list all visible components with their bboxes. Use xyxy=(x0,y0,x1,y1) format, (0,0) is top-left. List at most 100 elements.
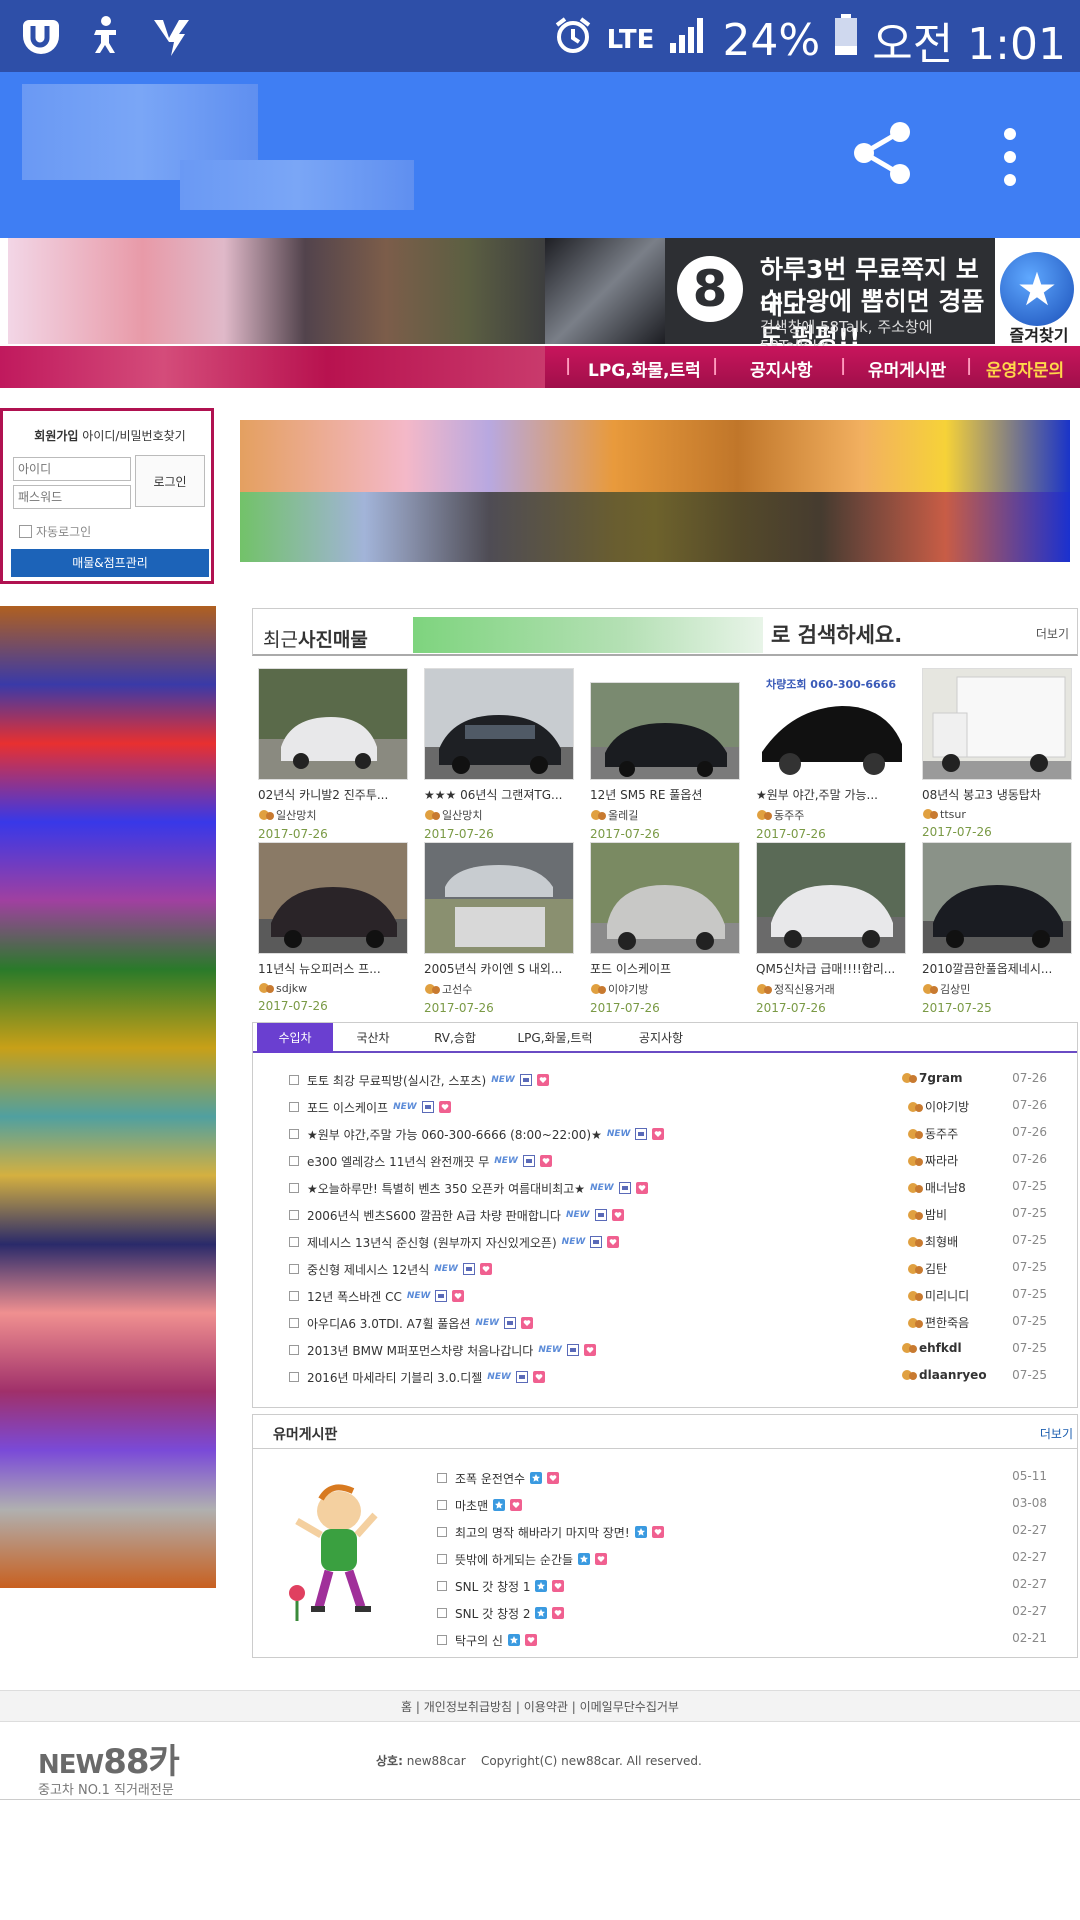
board-row[interactable]: ★오늘하루만! 특별히 벤츠 350 오픈카 여름대비최고★ NEW xyxy=(289,1179,648,1197)
humor-row-title[interactable]: SNL 갓 창정 1 xyxy=(455,1578,530,1595)
tab-rv[interactable]: RV,승합 xyxy=(413,1023,497,1053)
photo-item[interactable]: 2010깔끔한풀옵제네시... 김상민 2017-07-25 xyxy=(922,842,1072,1015)
menu-item-humor[interactable]: 유머게시판 xyxy=(868,356,946,381)
photo-item[interactable]: 12년 SM5 RE 풀옵션 올레길 2017-07-26 xyxy=(590,682,740,841)
board-row[interactable]: 2013년 BMW M퍼포먼스차량 처음나갑니다 NEW xyxy=(289,1341,596,1359)
humor-row[interactable]: 최고의 명작 해바라기 마지막 장면! xyxy=(437,1523,664,1541)
row-title[interactable]: e300 엘레강스 11년식 완전깨끗 무 xyxy=(307,1153,489,1170)
find-account-link[interactable]: 아이디/비밀번호찾기 xyxy=(82,429,185,443)
row-title[interactable]: 2016년 마세라티 기블리 3.0.디젤 xyxy=(307,1369,482,1386)
board-row[interactable]: 2016년 마세라티 기블리 3.0.디젤 NEW xyxy=(289,1368,545,1386)
row-title[interactable]: 2006년식 벤츠S600 깔끔한 A급 차량 판매합니다 xyxy=(307,1207,561,1224)
row-user[interactable]: 7gram xyxy=(901,1071,962,1085)
humor-row[interactable]: 마초맨 xyxy=(437,1496,523,1514)
row-user[interactable]: 최형배 xyxy=(907,1233,958,1250)
photo-item[interactable]: 02년식 카니발2 진주투... 일산망치 2017-07-26 xyxy=(258,668,408,841)
board-row[interactable]: 중신형 제네시스 12년식 NEW xyxy=(289,1260,492,1278)
row-user[interactable]: ehfkdl xyxy=(901,1341,962,1355)
login-button[interactable]: 로그인 xyxy=(135,455,205,507)
heart-icon xyxy=(536,1074,549,1086)
photo-user: 올레길 xyxy=(590,807,740,823)
new-badge: NEW xyxy=(538,1345,562,1355)
row-title[interactable]: 제네시스 13년식 준신형 (원부까지 자신있게오픈) xyxy=(307,1234,557,1251)
tab-domestic[interactable]: 국산차 xyxy=(333,1023,413,1053)
board-row[interactable]: 12년 폭스바겐 CC NEW xyxy=(289,1287,465,1305)
star-badge-icon xyxy=(535,1580,548,1592)
search-hint: 로 검색하세요. xyxy=(771,623,903,647)
car-photo xyxy=(590,682,740,780)
row-user[interactable]: 짜라라 xyxy=(907,1152,958,1169)
row-user[interactable]: 미리니디 xyxy=(907,1287,969,1304)
dealer-ads-column[interactable] xyxy=(0,606,216,1588)
row-user[interactable]: 이야기방 xyxy=(907,1098,969,1115)
row-title[interactable]: ★오늘하루만! 특별히 벤츠 350 오픈카 여름대비최고★ xyxy=(307,1180,585,1197)
humor-row[interactable]: 뜻밖에 하게되는 순간들 xyxy=(437,1550,608,1568)
photo-item[interactable]: ★★★ 06년식 그랜져TG... 일산망치 2017-07-26 xyxy=(424,668,574,841)
board-row[interactable]: 토토 최강 무료픽방(실시간, 스포츠) NEW xyxy=(289,1071,549,1089)
photo-item[interactable]: 포드 이스케이프 이야기방 2017-07-26 xyxy=(590,842,740,1015)
board-row[interactable]: e300 엘레강스 11년식 완전깨끗 무 NEW xyxy=(289,1152,552,1170)
menu-item-notice[interactable]: 공지사항 xyxy=(750,356,813,381)
auto-login[interactable]: 자동로그인 xyxy=(19,523,91,540)
row-title[interactable]: 2013년 BMW M퍼포먼스차량 처음나갑니다 xyxy=(307,1342,533,1359)
row-user[interactable]: 동주주 xyxy=(907,1125,958,1142)
humor-row-title[interactable]: SNL 갓 창정 2 xyxy=(455,1605,530,1622)
board-row[interactable]: 제네시스 13년식 준신형 (원부까지 자신있게오픈) NEW xyxy=(289,1233,620,1251)
humor-row[interactable]: 탁구의 신 xyxy=(437,1631,537,1649)
58talk-ad[interactable]: 8 하루3번 무료쪽지 보내고 수다왕에 뽑히면 경품도 펑펑!! 검색창에 5… xyxy=(665,238,995,355)
humor-row-title[interactable]: 조폭 운전연수 xyxy=(455,1470,525,1487)
row-user[interactable]: 김탄 xyxy=(907,1260,947,1277)
footer-links[interactable]: 홈 | 개인정보취급방침 | 이용약관 | 이메일무단수집거부 xyxy=(0,1690,1080,1722)
photo-caption: ★원부 야간,주말 가능... xyxy=(756,788,878,802)
photo-item[interactable]: 11년식 뉴오피러스 프... sdjkw 2017-07-26 xyxy=(258,842,408,1013)
humor-row-title[interactable]: 최고의 명작 해바라기 마지막 장면! xyxy=(455,1524,630,1541)
board-row[interactable]: 2006년식 벤츠S600 깔끔한 A급 차량 판매합니다 NEW xyxy=(289,1206,624,1224)
row-title[interactable]: 토토 최강 무료픽방(실시간, 스포츠) xyxy=(307,1072,486,1089)
tab-notice[interactable]: 공지사항 xyxy=(613,1023,709,1053)
board-row[interactable]: 아우디A6 3.0TDI. A7휠 풀옵션 NEW xyxy=(289,1314,534,1332)
humor-row-title[interactable]: 뜻밖에 하게되는 순간들 xyxy=(455,1551,573,1568)
humor-more-link[interactable]: 더보기 xyxy=(1040,1425,1073,1442)
row-user[interactable]: dlaanryeo xyxy=(901,1368,987,1382)
board-row[interactable]: 포드 이스케이프 NEW xyxy=(289,1098,451,1116)
document-icon xyxy=(289,1129,299,1139)
auto-login-checkbox[interactable] xyxy=(19,525,32,538)
photo-item[interactable]: QM5신차급 급매!!!!합리... 정직신용거래 2017-07-26 xyxy=(756,842,906,1015)
photo-date: 2017-07-26 xyxy=(590,827,660,841)
photo-more-link[interactable]: 더보기 xyxy=(1036,625,1069,642)
row-title[interactable]: 아우디A6 3.0TDI. A7휠 풀옵션 xyxy=(307,1315,470,1332)
manage-listings-button[interactable]: 매물&점프관리 xyxy=(11,549,209,577)
menu-item-lpg[interactable]: LPG,화물,트럭 xyxy=(588,356,701,381)
share-button[interactable] xyxy=(850,120,914,186)
row-user[interactable]: 매너남8 xyxy=(907,1179,966,1196)
password-input[interactable] xyxy=(13,485,131,509)
u-plus-icon xyxy=(18,14,62,58)
favorite-button[interactable]: ★ 즐겨찾기 xyxy=(1000,252,1078,352)
menu-item-contact[interactable]: 운영자문의 xyxy=(986,356,1064,381)
row-user[interactable]: 편한죽음 xyxy=(907,1314,969,1331)
id-input[interactable] xyxy=(13,457,131,481)
row-date: 07-26 xyxy=(1012,1098,1047,1112)
row-user[interactable]: 밤비 xyxy=(907,1206,947,1223)
tab-imported[interactable]: 수입차 xyxy=(257,1023,333,1053)
humor-row[interactable]: SNL 갓 창정 2 xyxy=(437,1604,565,1622)
row-title[interactable]: 12년 폭스바겐 CC xyxy=(307,1288,402,1305)
more-options-button[interactable] xyxy=(990,124,1030,190)
row-title[interactable]: 중신형 제네시스 12년식 xyxy=(307,1261,429,1278)
row-title[interactable]: 포드 이스케이프 xyxy=(307,1099,388,1116)
network-type: LTE xyxy=(606,25,655,55)
humor-row[interactable]: 조폭 운전연수 xyxy=(437,1469,560,1487)
board-row[interactable]: ★원부 야간,주말 가능 060-300-6666 (8:00~22:00)★ N… xyxy=(289,1125,665,1143)
photo-item[interactable]: 2005년식 카이엔 S 내외... 고선수 2017-07-26 xyxy=(424,842,574,1015)
photo-item[interactable]: 차량조회 060-300-6666 ★원부 야간,주말 가능... 동주주 20… xyxy=(756,668,906,841)
signup-link[interactable]: 회원가입 xyxy=(34,429,78,443)
photo-item[interactable]: 08년식 봉고3 냉동탑차 ttsur 2017-07-26 xyxy=(922,668,1072,839)
heart-icon xyxy=(438,1101,451,1113)
humor-row-title[interactable]: 탁구의 신 xyxy=(455,1632,503,1649)
tab-lpg[interactable]: LPG,화물,트럭 xyxy=(497,1023,613,1053)
document-icon xyxy=(437,1473,447,1483)
row-title[interactable]: ★원부 야간,주말 가능 060-300-6666 (8:00~22:00)★ xyxy=(307,1126,602,1143)
humor-row-title[interactable]: 마초맨 xyxy=(455,1497,488,1514)
humor-row[interactable]: SNL 갓 창정 1 xyxy=(437,1577,565,1595)
clock: 오전 1:01 xyxy=(872,19,1066,70)
